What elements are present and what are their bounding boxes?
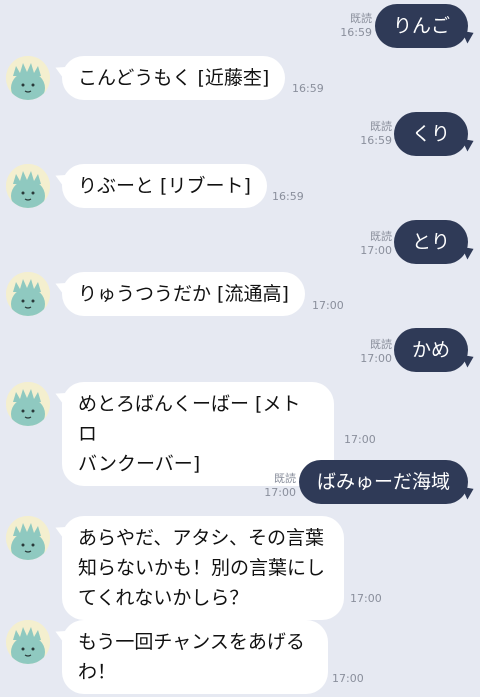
message-time: 17:00	[350, 592, 382, 605]
message-row-outgoing: 既読 16:59 りんご	[0, 2, 480, 48]
outgoing-message-bubble[interactable]: りんご	[374, 4, 468, 48]
statue-of-liberty-icon[interactable]	[6, 272, 50, 316]
chat-area: 既読 16:59 りんご こんどうもく [近藤杢] 16:59 既読 16:59…	[0, 0, 480, 697]
read-receipt: 既読	[370, 338, 392, 351]
message-row-incoming: あらやだ、アタシ、その言葉 知らないかも！別の言葉にし てくれないかしら？ 17…	[0, 512, 480, 620]
message-row-incoming: りぶーと [リブート] 16:59	[0, 160, 480, 216]
statue-of-liberty-icon[interactable]	[6, 164, 50, 208]
message-time: 17:00	[344, 433, 376, 446]
outgoing-message-bubble[interactable]: ばみゅーだ海域	[298, 460, 468, 504]
message-time: 17:00	[360, 244, 392, 257]
outgoing-message-bubble[interactable]: くり	[393, 112, 468, 156]
statue-of-liberty-icon[interactable]	[6, 516, 50, 560]
message-time: 17:00	[332, 672, 364, 685]
statue-of-liberty-icon[interactable]	[6, 620, 50, 664]
message-row-outgoing: 既読 17:00 ばみゅーだ海域	[0, 460, 480, 506]
message-row-incoming: りゅうつうだか [流通高] 17:00	[0, 268, 480, 324]
message-time: 16:59	[272, 190, 304, 203]
incoming-message-bubble[interactable]: こんどうもく [近藤杢]	[62, 56, 286, 100]
message-meta: 既読 17:00	[264, 472, 296, 500]
read-receipt: 既読	[350, 12, 372, 25]
message-meta: 既読 16:59	[340, 12, 372, 40]
message-row-outgoing: 既読 16:59 くり	[0, 112, 480, 156]
outgoing-message-bubble[interactable]: かめ	[393, 328, 468, 372]
message-time: 16:59	[360, 134, 392, 147]
read-receipt: 既読	[274, 472, 296, 485]
statue-of-liberty-icon[interactable]	[6, 382, 50, 426]
message-time: 17:00	[360, 352, 392, 365]
read-receipt: 既読	[370, 120, 392, 133]
message-time: 17:00	[264, 486, 296, 499]
read-receipt: 既読	[370, 230, 392, 243]
message-row-incoming: こんどうもく [近藤杢] 16:59	[0, 52, 480, 108]
message-meta: 既読 17:00	[360, 338, 392, 366]
message-row-incoming: もう一回チャンスをあげる わ！ 17:00	[0, 616, 480, 696]
outgoing-message-bubble[interactable]: とり	[393, 220, 468, 264]
incoming-message-bubble[interactable]: あらやだ、アタシ、その言葉 知らないかも！別の言葉にし てくれないかしら？	[62, 516, 344, 620]
statue-of-liberty-icon[interactable]	[6, 56, 50, 100]
incoming-message-bubble[interactable]: りゅうつうだか [流通高]	[62, 272, 305, 316]
incoming-message-bubble[interactable]: りぶーと [リブート]	[62, 164, 267, 208]
incoming-message-bubble[interactable]: もう一回チャンスをあげる わ！	[62, 620, 328, 694]
message-row-incoming: めとろばんくーばー [メトロ バンクーバー] 17:00	[0, 378, 480, 486]
message-meta: 既読 16:59	[360, 120, 392, 148]
message-time: 17:00	[312, 299, 344, 312]
message-time: 16:59	[292, 82, 324, 95]
message-meta: 既読 17:00	[360, 230, 392, 258]
message-row-outgoing: 既読 17:00 とり	[0, 220, 480, 264]
message-time: 16:59	[340, 26, 372, 39]
message-row-outgoing: 既読 17:00 かめ	[0, 328, 480, 372]
